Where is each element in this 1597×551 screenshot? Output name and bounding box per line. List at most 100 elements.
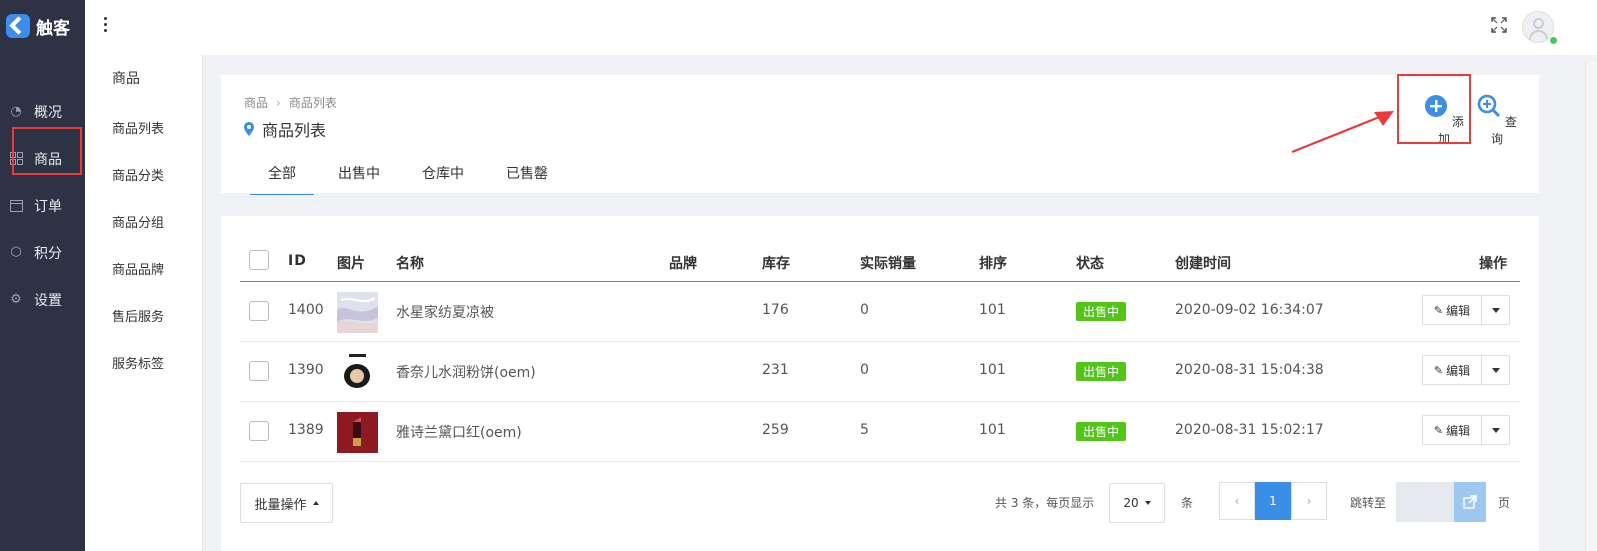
- edit-button[interactable]: ✎ 编辑: [1422, 415, 1482, 445]
- jump-go-button[interactable]: [1454, 482, 1486, 522]
- table-header: ID 图片 名称 品牌 库存 实际销量 排序 状态 创建时间 操作: [240, 246, 1520, 282]
- sidebar-item-points[interactable]: ⬡ 积分: [0, 229, 85, 276]
- subnav-item-brands[interactable]: 商品品牌: [85, 247, 202, 294]
- subnav-item-after-sales[interactable]: 售后服务: [85, 294, 202, 341]
- batch-actions-label: 批量操作: [254, 497, 307, 513]
- cell-sales: 5: [860, 422, 869, 438]
- subnav-item-service-tags[interactable]: 服务标签: [85, 341, 202, 388]
- cell-id: 1390: [288, 362, 324, 378]
- annotation-arrow-icon: [1291, 111, 1394, 154]
- col-created[interactable]: 创建时间: [1175, 253, 1231, 273]
- product-thumbnail[interactable]: [337, 352, 378, 393]
- edit-icon: ✎: [1433, 423, 1444, 437]
- caret-up-icon: [312, 501, 319, 505]
- edit-button[interactable]: ✎ 编辑: [1422, 355, 1482, 385]
- cell-name[interactable]: 香奈儿水润粉饼(oem): [396, 362, 536, 382]
- subnav-item-categories[interactable]: 商品分类: [85, 153, 202, 200]
- product-thumbnail[interactable]: [337, 292, 378, 333]
- jump-page-input[interactable]: [1396, 482, 1454, 522]
- col-sort[interactable]: 排序: [979, 253, 1007, 273]
- row-actions: ✎ 编辑: [1422, 355, 1510, 385]
- product-table-card: ID 图片 名称 品牌 库存 实际销量 排序 状态 创建时间 操作 1400 水…: [221, 216, 1539, 551]
- cell-created: 2020-08-31 15:04:38: [1175, 362, 1324, 378]
- row-checkbox[interactable]: [249, 301, 269, 321]
- cell-sort: 101: [979, 302, 1006, 318]
- col-sales[interactable]: 实际销量: [860, 253, 916, 273]
- col-status: 状态: [1076, 256, 1104, 272]
- breadcrumb-separator: ›: [276, 96, 281, 110]
- tab-sold-out[interactable]: 已售罄: [488, 165, 566, 195]
- more-actions-button[interactable]: [1482, 355, 1510, 385]
- page-title: 商品列表: [244, 117, 326, 141]
- more-actions-button[interactable]: [1482, 295, 1510, 325]
- row-checkbox[interactable]: [249, 421, 269, 441]
- sidebar-item-label: 设置: [34, 292, 62, 309]
- menu-toggle-icon[interactable]: [104, 17, 108, 32]
- subnav-item-groups[interactable]: 商品分组: [85, 200, 202, 247]
- edit-button[interactable]: ✎ 编辑: [1422, 295, 1482, 325]
- current-page-number: 1: [1269, 494, 1277, 508]
- query-button[interactable]: 查询: [1474, 94, 1520, 147]
- sidebar-item-settings[interactable]: ⚙ 设置: [0, 276, 85, 323]
- highlight-box-add: [1397, 74, 1471, 144]
- cell-created: 2020-08-31 15:02:17: [1175, 422, 1324, 438]
- gear-icon: ⚙: [10, 292, 22, 307]
- breadcrumb-current: 商品列表: [288, 96, 337, 110]
- caret-down-icon: [1491, 427, 1500, 433]
- tab-in-warehouse[interactable]: 仓库中: [404, 165, 482, 195]
- next-page-button[interactable]: ›: [1291, 482, 1327, 520]
- status-badge: 出售中: [1076, 422, 1127, 441]
- breadcrumb-root[interactable]: 商品: [244, 96, 268, 110]
- top-header: [85, 0, 1597, 55]
- cell-created: 2020-09-02 16:34:07: [1175, 302, 1324, 318]
- cell-id: 1400: [288, 302, 324, 318]
- product-thumbnail[interactable]: [337, 412, 378, 453]
- status-badge: 出售中: [1076, 362, 1127, 381]
- col-stock[interactable]: 库存: [762, 253, 790, 273]
- sub-sidebar-title: 商品: [112, 71, 140, 87]
- more-actions-button[interactable]: [1482, 415, 1510, 445]
- subnav-item-product-list[interactable]: 商品列表: [85, 106, 202, 153]
- pagination-total: 共 3 条，每页显示: [995, 496, 1095, 510]
- fullscreen-icon[interactable]: [1491, 17, 1507, 33]
- col-name: 名称: [396, 256, 424, 272]
- highlight-box-products: [12, 127, 82, 175]
- table-row: 1400 水星家纺夏凉被 176 0 101 出售中 2020-09-02 16…: [240, 282, 1520, 342]
- query-button-label: 查询: [1490, 115, 1517, 146]
- sidebar-item-orders[interactable]: 订单: [0, 182, 85, 229]
- avatar[interactable]: [1522, 11, 1554, 43]
- page-title-text: 商品列表: [262, 121, 327, 140]
- calendar-icon: [8, 198, 24, 214]
- col-id[interactable]: ID: [288, 253, 307, 269]
- row-actions: ✎ 编辑: [1422, 415, 1510, 445]
- caret-down-icon: [1491, 307, 1500, 313]
- col-brand: 品牌: [669, 256, 697, 272]
- app-logo[interactable]: 触客: [0, 0, 85, 52]
- sidebar-item-label: 概况: [34, 104, 62, 121]
- batch-actions-button[interactable]: 批量操作: [240, 483, 333, 523]
- col-image: 图片: [337, 256, 365, 272]
- tab-on-sale[interactable]: 出售中: [320, 165, 398, 195]
- prev-page-button[interactable]: ‹: [1219, 482, 1255, 520]
- cell-stock: 231: [762, 362, 789, 378]
- scrollbar[interactable]: [1585, 62, 1597, 551]
- sub-sidebar: 商品 商品列表 商品分类 商品分组 商品品牌 售后服务 服务标签: [85, 55, 203, 551]
- online-status-dot: [1550, 37, 1557, 44]
- breadcrumb: 商品 › 商品列表: [244, 94, 337, 111]
- page-size-unit: 条: [1181, 496, 1194, 510]
- page-button-current[interactable]: 1: [1255, 482, 1291, 520]
- sidebar-item-label: 订单: [34, 198, 62, 215]
- cell-name[interactable]: 水星家纺夏凉被: [396, 302, 494, 322]
- row-checkbox[interactable]: [249, 361, 269, 381]
- edit-button-label: 编辑: [1446, 423, 1471, 438]
- main-sidebar: 触客 ◔ 概况 商品 订单 ⬡ 积分 ⚙ 设置: [0, 0, 85, 551]
- page-size-select[interactable]: 20: [1109, 483, 1165, 523]
- select-all-checkbox[interactable]: [249, 250, 269, 270]
- table-row: 1390 香奈儿水润粉饼(oem) 231 0 101 出售中 2020-08-…: [240, 342, 1520, 402]
- col-ops: 操作: [1479, 256, 1507, 272]
- cell-id: 1389: [288, 422, 324, 438]
- cell-name[interactable]: 雅诗兰黛口红(oem): [396, 422, 522, 442]
- external-link-icon: [1463, 495, 1477, 509]
- chevron-left-icon: ‹: [1234, 494, 1240, 508]
- tab-all[interactable]: 全部: [250, 165, 314, 195]
